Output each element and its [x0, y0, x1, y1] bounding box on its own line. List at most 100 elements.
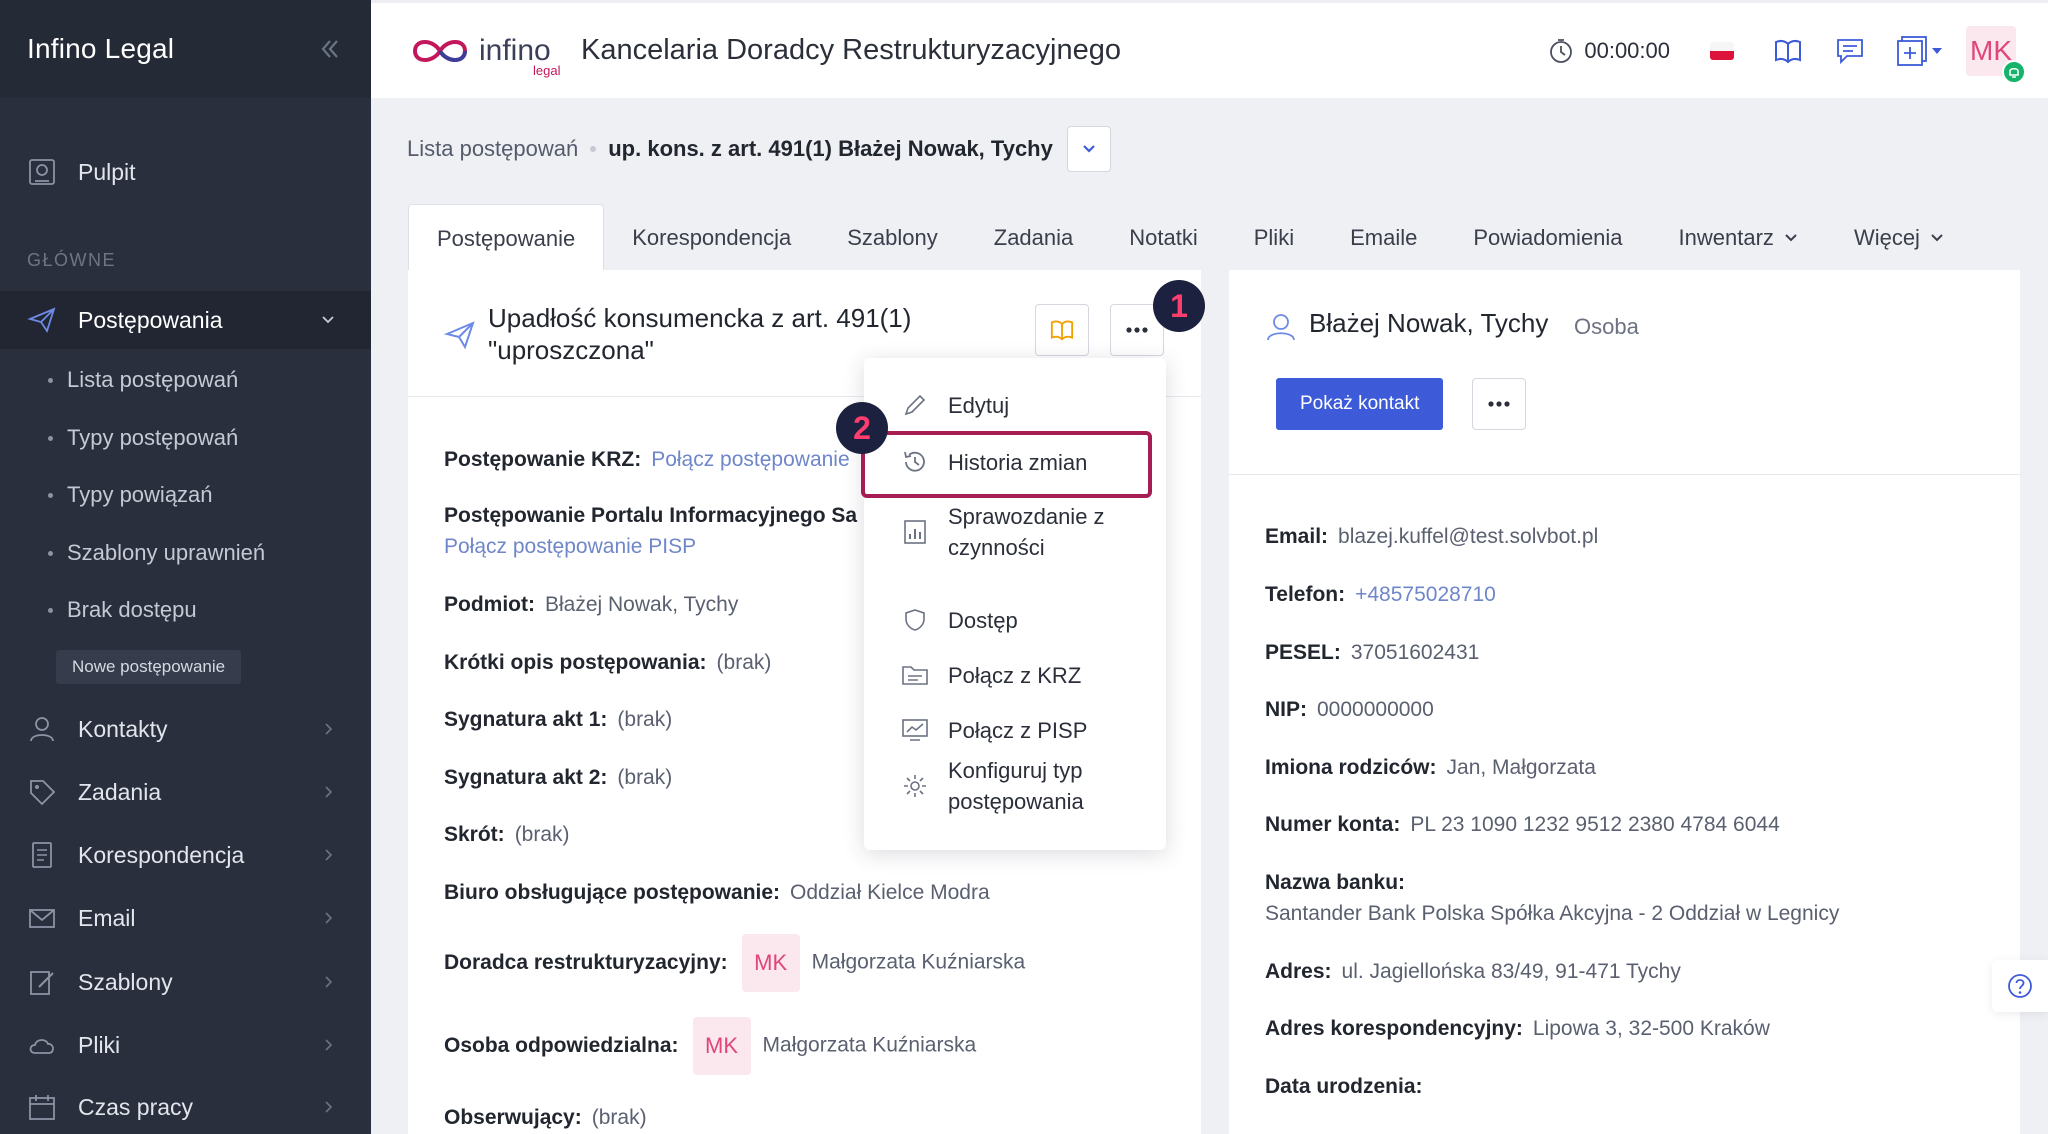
contact-header: Błażej Nowak, Tychy Osoba Pokaż kontakt: [1229, 270, 2020, 475]
field-value: Oddział Kielce Modra: [790, 881, 990, 904]
field-label: Email:: [1265, 525, 1329, 548]
field-label: PESEL:: [1265, 641, 1341, 664]
case-title: Upadłość konsumencka z art. 491(1) "upro…: [488, 302, 958, 366]
sidebar-subitem-powiazania[interactable]: Typy powiązań: [48, 482, 213, 508]
user-avatar[interactable]: MK: [1966, 25, 2026, 84]
breadcrumb-parent-link[interactable]: Lista postępowań: [407, 136, 578, 162]
tag-icon: [26, 776, 58, 808]
sidebar-item-email[interactable]: Email: [0, 889, 371, 947]
field-value: Jan, Małgorzata: [1446, 756, 1596, 779]
field-parents: Imiona rodziców: Jan, Małgorzata: [1265, 756, 1596, 780]
sidebar-subitem-brak[interactable]: Brak dostępu: [48, 597, 197, 623]
help-button[interactable]: [1992, 960, 2048, 1012]
sidebar-item-szablony[interactable]: Szablony: [0, 953, 371, 1011]
tab-powiadomienia[interactable]: Powiadomienia: [1445, 204, 1650, 272]
connect-pisp-link[interactable]: Połącz postępowanie PISP: [444, 535, 696, 558]
field-label: Obserwujący:: [444, 1106, 582, 1129]
chevron-right-icon: [321, 1034, 335, 1056]
tab-szablony[interactable]: Szablony: [819, 204, 966, 272]
field-skrot: Skrót: (brak): [444, 823, 570, 847]
bullet-icon: [48, 607, 53, 613]
chevron-down-icon: [1785, 234, 1797, 242]
case-switch-dropdown[interactable]: [1066, 126, 1111, 172]
sidebar-item-label: Zadania: [78, 778, 162, 805]
show-contact-button[interactable]: Pokaż kontakt: [1276, 378, 1444, 430]
shield-icon: [900, 605, 930, 635]
ellipsis-icon: [1488, 401, 1510, 407]
sidebar-item-pliki[interactable]: Pliki: [0, 1016, 371, 1074]
sidebar-item-label: Pliki: [78, 1031, 121, 1058]
sidebar-item-kontakty[interactable]: Kontakty: [0, 700, 371, 758]
bullet-icon: [48, 377, 53, 383]
phone-link[interactable]: +48575028710: [1355, 583, 1496, 606]
field-value: PL 23 1090 1232 9512 2380 4784 6044: [1410, 813, 1780, 836]
sidebar-item-label: Korespondencja: [78, 841, 245, 868]
sidebar-subitem-uprawnienia[interactable]: Szablony uprawnień: [48, 540, 265, 566]
tab-emaile[interactable]: Emaile: [1322, 204, 1445, 272]
tab-wiecej[interactable]: Więcej: [1826, 204, 1972, 272]
connect-krz-link[interactable]: Połącz postępowanie: [651, 448, 849, 471]
field-value: Santander Bank Polska Spółka Akcyjna - 2…: [1265, 902, 1840, 925]
avatar: MK: [692, 1017, 751, 1075]
field-value: (brak): [514, 823, 570, 846]
chevron-down-icon: [1083, 145, 1095, 153]
contact-card: Błażej Nowak, Tychy Osoba Pokaż kontakt …: [1229, 270, 2020, 1134]
envelope-icon: [26, 902, 58, 934]
field-value: (brak): [716, 651, 772, 674]
menu-item-sprawozdanie[interactable]: Sprawozdanie z czynności: [900, 501, 1105, 563]
chat-icon[interactable]: [1834, 35, 1866, 67]
sidebar-subitem-lista[interactable]: Lista postępowań: [48, 367, 238, 393]
tab-korespondencja[interactable]: Korespondencja: [604, 204, 819, 272]
paper-plane-icon: [443, 320, 476, 355]
sidebar-item-zadania[interactable]: Zadania: [0, 763, 371, 821]
document-icon: [26, 839, 58, 871]
sidebar-item-czas-pracy[interactable]: Czas pracy: [0, 1078, 371, 1134]
menu-item-label-line: postępowania: [948, 789, 1084, 814]
bullet-icon: [48, 550, 53, 556]
bell-icon[interactable]: [2002, 59, 2026, 84]
field-value: blazej.kuffel@test.solvbot.pl: [1338, 525, 1599, 548]
field-osoba: Osoba odpowiedzialna: MK Małgorzata Kuźnia…: [444, 1017, 976, 1075]
menu-item-polacz-krz[interactable]: Połącz z KRZ: [900, 660, 1081, 691]
field-phone: Telefon: +48575028710: [1265, 583, 1496, 607]
tab-notatki[interactable]: Notatki: [1101, 204, 1225, 272]
field-label: Biuro obsługujące postępowanie:: [444, 881, 781, 904]
template-edit-icon: [26, 966, 58, 998]
folder-icon: [900, 660, 930, 690]
tab-postepowanie[interactable]: Postępowanie: [408, 204, 605, 272]
contact-more-button[interactable]: [1472, 378, 1526, 430]
menu-item-polacz-pisp[interactable]: Połącz z PISP: [900, 715, 1087, 746]
book-icon[interactable]: [1772, 35, 1804, 67]
new-case-button[interactable]: Nowe postępowanie: [56, 650, 242, 684]
menu-item-label: Dostęp: [948, 608, 1018, 633]
case-title-line: Upadłość konsumencka z art. 491(1): [488, 303, 912, 333]
sidebar-subitem-label: Typy postępowań: [67, 425, 239, 450]
field-krz: Postępowanie KRZ: Połącz postępowanie: [444, 448, 850, 472]
field-label: Postępowanie Portalu Informacyjnego Sa: [444, 504, 858, 527]
sidebar-item-label: Postępowania: [78, 306, 223, 333]
contact-type: Osoba: [1574, 314, 1639, 339]
book-button[interactable]: [1035, 304, 1089, 356]
tab-inwentarz[interactable]: Inwentarz: [1651, 204, 1826, 272]
chevron-right-icon: [321, 971, 335, 993]
quick-add-button[interactable]: [1896, 35, 1944, 67]
menu-item-dostep[interactable]: Dostęp: [900, 605, 1018, 636]
sidebar-item-korespondencja[interactable]: Korespondencja: [0, 826, 371, 884]
sidebar-item-pulpit[interactable]: Pulpit: [0, 143, 371, 201]
menu-item-edytuj[interactable]: Edytuj: [900, 390, 1009, 421]
sidebar-subitem-typy[interactable]: Typy postępowań: [48, 425, 238, 451]
field-label: Skrót:: [444, 823, 505, 846]
chevron-down-icon: [1931, 234, 1943, 242]
work-timer[interactable]: 00:00:00: [1548, 38, 1670, 64]
sidebar-section-label: GŁÓWNE: [27, 250, 117, 270]
collapse-sidebar-icon[interactable]: [316, 35, 344, 63]
field-sygnatura-2: Sygnatura akt 2: (brak): [444, 766, 672, 790]
tab-pliki[interactable]: Pliki: [1226, 204, 1322, 272]
language-flag-icon[interactable]: [1710, 41, 1734, 60]
chevron-right-icon: [321, 781, 335, 803]
tab-zadania[interactable]: Zadania: [966, 204, 1102, 272]
report-chart-icon: [900, 517, 930, 547]
chevron-right-icon: [321, 718, 335, 740]
sidebar-item-postepowania[interactable]: Postępowania: [0, 291, 371, 349]
menu-item-konfiguruj[interactable]: Konfiguruj typ postępowania: [900, 755, 1084, 817]
